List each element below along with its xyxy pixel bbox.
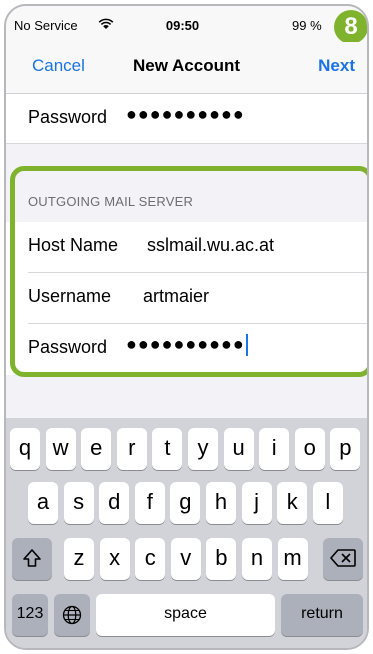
delete-backspace-icon: [330, 549, 356, 567]
globe-key[interactable]: [54, 594, 90, 636]
key-d[interactable]: d: [99, 482, 130, 524]
shift-arrow-icon: [23, 549, 41, 567]
host-name-row[interactable]: Host Name sslmail.wu.ac.at: [6, 222, 367, 273]
outgoing-password-row[interactable]: Password ●●●●●●●●●●: [6, 324, 367, 375]
key-c[interactable]: c: [135, 538, 166, 580]
key-f[interactable]: f: [134, 482, 165, 524]
shift-key[interactable]: [12, 538, 52, 580]
key-x[interactable]: x: [99, 538, 130, 580]
globe-icon: [62, 605, 82, 625]
key-w[interactable]: w: [45, 428, 76, 470]
section-header-label: OUTGOING MAIL SERVER: [28, 194, 194, 209]
key-r[interactable]: r: [116, 428, 147, 470]
key-e[interactable]: e: [81, 428, 112, 470]
key-h[interactable]: h: [206, 482, 236, 524]
numbers-key[interactable]: 123: [12, 594, 48, 636]
step-number-badge: 8: [334, 10, 367, 44]
incoming-password-row[interactable]: Password ●●●●●●●●●●: [6, 94, 367, 144]
status-bar: No Service 09:50 99 %: [6, 6, 367, 42]
host-name-field[interactable]: sslmail.wu.ac.at: [147, 235, 274, 256]
key-s[interactable]: s: [63, 482, 94, 524]
key-a[interactable]: a: [28, 482, 58, 524]
phone-screen: No Service 09:50 99 % 8 Cancel New Accou…: [4, 4, 369, 650]
key-n[interactable]: n: [242, 538, 272, 580]
navigation-bar: Cancel New Account Next: [6, 42, 367, 94]
key-o[interactable]: o: [294, 428, 325, 470]
key-p[interactable]: p: [330, 428, 361, 470]
next-button[interactable]: Next: [318, 56, 355, 76]
key-m[interactable]: m: [277, 538, 308, 580]
incoming-password-label: Password: [28, 107, 108, 127]
key-q[interactable]: q: [10, 428, 40, 470]
key-u[interactable]: u: [223, 428, 254, 470]
page-title: New Account: [132, 56, 241, 75]
key-l[interactable]: l: [312, 482, 343, 524]
return-key[interactable]: return: [281, 594, 363, 636]
password-dots: ●●●●●●●●●●: [126, 334, 245, 354]
username-field[interactable]: artmaier: [143, 286, 209, 307]
host-name-label: Host Name: [28, 235, 119, 255]
delete-key[interactable]: [323, 538, 363, 580]
outgoing-password-label: Password: [28, 337, 108, 357]
outgoing-password-field[interactable]: ●●●●●●●●●●: [126, 334, 248, 357]
username-label: Username: [28, 286, 112, 306]
key-t[interactable]: t: [152, 428, 183, 470]
key-g[interactable]: g: [170, 482, 201, 524]
key-b[interactable]: b: [206, 538, 237, 580]
outgoing-section-header: OUTGOING MAIL SERVER: [6, 180, 367, 222]
username-row[interactable]: Username artmaier: [6, 273, 367, 324]
space-key[interactable]: space: [96, 594, 275, 636]
battery-percent: 99 %: [292, 18, 322, 33]
key-y[interactable]: y: [188, 428, 218, 470]
key-k[interactable]: k: [277, 482, 308, 524]
incoming-password-field[interactable]: ●●●●●●●●●●: [126, 104, 245, 125]
key-i[interactable]: i: [259, 428, 290, 470]
text-cursor: [245, 334, 248, 357]
key-v[interactable]: v: [170, 538, 201, 580]
key-z[interactable]: z: [64, 538, 94, 580]
key-j[interactable]: j: [241, 482, 272, 524]
keyboard: qwertyuiop asdfghjkl zxcvbnm 123 space r…: [6, 418, 367, 648]
